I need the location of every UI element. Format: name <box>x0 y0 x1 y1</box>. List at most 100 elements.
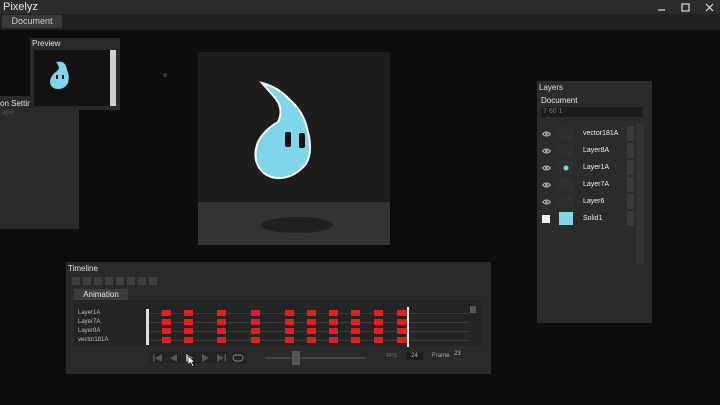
layer-options[interactable] <box>627 211 634 226</box>
tool-icon[interactable] <box>149 277 157 285</box>
skip-end-icon[interactable] <box>214 352 229 363</box>
keyframe-cell[interactable] <box>307 310 316 316</box>
eye-icon[interactable] <box>540 177 552 192</box>
layer-name: Layer8A <box>583 147 610 154</box>
loop-icon[interactable] <box>230 352 245 363</box>
keyframe-cell[interactable] <box>285 337 294 343</box>
keyframe-cell[interactable] <box>251 310 260 316</box>
keyframe-cell[interactable] <box>184 319 193 325</box>
layer-options[interactable] <box>627 160 634 175</box>
layer-options[interactable] <box>627 194 634 209</box>
keyframe-cell[interactable] <box>351 319 360 325</box>
keyframe-cell[interactable] <box>217 337 226 343</box>
layer-options[interactable] <box>627 177 634 192</box>
keyframe-cell[interactable] <box>307 319 316 325</box>
keyframe-cell[interactable] <box>217 310 226 316</box>
canvas[interactable] <box>198 52 390 245</box>
tool-icon[interactable] <box>138 277 146 285</box>
close-icon[interactable] <box>705 3 714 12</box>
keyframe-cell[interactable] <box>351 310 360 316</box>
keyframe-cell[interactable] <box>162 337 171 343</box>
drop-character <box>254 81 333 233</box>
keyframe-cell[interactable] <box>162 328 171 334</box>
tab-document[interactable]: Document <box>2 15 62 28</box>
keyframe-cell[interactable] <box>162 319 171 325</box>
keyframe-cell[interactable] <box>251 337 260 343</box>
tool-icon[interactable] <box>94 277 102 285</box>
keyframe-cell[interactable] <box>251 319 260 325</box>
layer-name: Layer7A <box>583 181 610 188</box>
layer-options[interactable] <box>627 143 634 158</box>
tool-icon[interactable] <box>72 277 80 285</box>
keyframe-cell[interactable] <box>374 319 383 325</box>
layer-row[interactable]: Layer1A <box>540 160 634 175</box>
tab-animation[interactable]: Animation <box>74 289 128 300</box>
layer-name: Layer6 <box>583 198 605 205</box>
keyframe-cell[interactable] <box>398 310 407 316</box>
layers-scrollbar[interactable] <box>636 124 644 264</box>
eye-icon[interactable] <box>540 143 552 158</box>
maximize-icon[interactable] <box>681 2 690 12</box>
timeline-scroll-handle[interactable] <box>470 306 476 313</box>
keyframe-cell[interactable] <box>285 319 294 325</box>
tool-icon[interactable] <box>116 277 124 285</box>
keyframe-cell[interactable] <box>329 319 338 325</box>
layer-name: Solid1 <box>583 215 603 222</box>
keyframe-cell[interactable] <box>398 337 407 343</box>
layer-row[interactable]: Layer6 <box>540 194 634 209</box>
keyframe-cell[interactable] <box>285 310 294 316</box>
keyframe-cell[interactable] <box>184 337 193 343</box>
document-tabbar: Document <box>0 14 720 30</box>
eye-icon[interactable] <box>540 160 552 175</box>
layer-name: vector181A <box>583 130 619 137</box>
tool-icon[interactable] <box>105 277 113 285</box>
keyframe-cell[interactable] <box>398 328 407 334</box>
keyframe-cell[interactable] <box>285 328 294 334</box>
keyframe-cell[interactable] <box>251 328 260 334</box>
tool-icon[interactable] <box>127 277 135 285</box>
layer-row[interactable]: Layer7A <box>540 177 634 192</box>
layer-row[interactable]: Layer8A <box>540 143 634 158</box>
playhead[interactable] <box>407 307 409 347</box>
preview-thumbnail <box>34 50 110 106</box>
keyframe-cell[interactable] <box>307 328 316 334</box>
keyframe-cell[interactable] <box>374 328 383 334</box>
eye-icon[interactable] <box>540 126 552 141</box>
layer-thumbnail <box>559 127 573 140</box>
keyframe-cell[interactable] <box>329 328 338 334</box>
speed-slider[interactable] <box>265 351 365 365</box>
step-back-icon[interactable] <box>166 352 181 363</box>
keyframe-cell[interactable] <box>398 319 407 325</box>
fps-label: FPS <box>387 353 397 359</box>
keyframe-cell[interactable] <box>217 319 226 325</box>
document-field[interactable]: 7 60 1 <box>541 107 643 117</box>
layer-name: Layer1A <box>583 164 610 171</box>
keyframe-cell[interactable] <box>162 310 171 316</box>
keyframe-cell[interactable] <box>351 337 360 343</box>
keyframe-cell[interactable] <box>217 328 226 334</box>
track-label: Layer7A <box>78 319 101 325</box>
keyframe-cell[interactable] <box>184 328 193 334</box>
frame-value: 23 <box>454 351 461 357</box>
keyframe-cell[interactable] <box>351 328 360 334</box>
layer-options[interactable] <box>627 126 634 141</box>
keyframe-cell[interactable] <box>329 310 338 316</box>
layer-row[interactable]: Solid1 <box>540 211 634 226</box>
eye-icon[interactable] <box>540 194 552 209</box>
track-label: Layer1A <box>78 310 101 316</box>
keyframe-cell[interactable] <box>307 337 316 343</box>
keyframe-cell[interactable] <box>329 337 338 343</box>
visibility-checkbox[interactable] <box>540 211 552 226</box>
layer-thumbnail <box>559 144 573 157</box>
keyframe-cell[interactable] <box>374 337 383 343</box>
layer-row[interactable]: vector181A <box>540 126 634 141</box>
skip-start-icon[interactable] <box>150 352 165 363</box>
minimize-icon[interactable] <box>657 3 666 12</box>
keyframe-cell[interactable] <box>374 310 383 316</box>
keyframe-cell[interactable] <box>184 310 193 316</box>
step-forward-icon[interactable] <box>198 352 213 363</box>
tool-icon[interactable] <box>83 277 91 285</box>
fps-input[interactable]: 24 <box>406 352 423 360</box>
layer-thumbnail <box>559 161 573 174</box>
speed-slider-knob[interactable] <box>292 351 300 365</box>
